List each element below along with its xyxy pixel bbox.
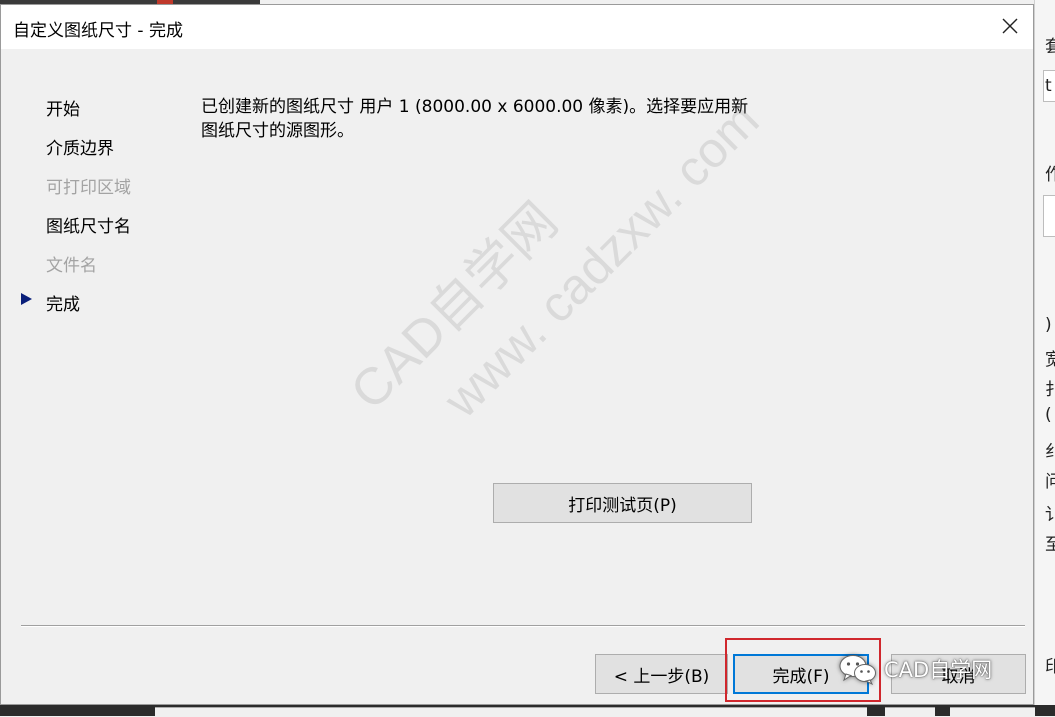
background-text: ( bbox=[1045, 405, 1052, 425]
background-text: ) bbox=[1045, 315, 1052, 335]
background-text: 作 bbox=[1045, 160, 1055, 185]
wechat-icon bbox=[839, 655, 876, 685]
background-text: 套 bbox=[1045, 32, 1055, 57]
footer-separator bbox=[21, 625, 1025, 627]
badge-text: CAD自学网 bbox=[884, 658, 993, 682]
completion-message: 已创建新的图纸尺寸 用户 1 (8000.00 x 6000.00 像素)。选择… bbox=[201, 95, 801, 143]
print-test-page-button[interactable]: 打印测试页(P) bbox=[493, 483, 752, 523]
completion-message-line-2: 图纸尺寸的源图形。 bbox=[201, 121, 354, 141]
current-step-arrow-icon bbox=[21, 293, 32, 305]
background-window-right: 套 t 作 ) 宽 扌 ( 纟 问 讠 至 印 bbox=[1034, 0, 1055, 716]
background-text: 纟 bbox=[1045, 437, 1055, 462]
background-text: t bbox=[1045, 76, 1052, 96]
source-badge: CAD自学网 bbox=[838, 652, 992, 686]
step-printable-area: 可打印区域 bbox=[46, 178, 131, 198]
custom-paper-size-dialog: 自定义图纸尺寸 - 完成 开始 介质边界 可打印区域 图纸尺寸名 文件名 完成 … bbox=[0, 4, 1034, 705]
back-button[interactable]: < 上一步(B) bbox=[595, 654, 728, 694]
step-file-name: 文件名 bbox=[46, 256, 97, 276]
close-button[interactable] bbox=[993, 9, 1027, 43]
step-start: 开始 bbox=[46, 100, 80, 120]
background-text: 讠 bbox=[1045, 500, 1055, 525]
title-bar: 自定义图纸尺寸 - 完成 bbox=[1, 5, 1033, 49]
close-icon bbox=[1002, 18, 1018, 34]
background-text: 宽 bbox=[1045, 345, 1055, 370]
background-text: 印 bbox=[1045, 652, 1055, 677]
background-text: 至 bbox=[1045, 530, 1055, 555]
completion-message-line-1: 已创建新的图纸尺寸 用户 1 (8000.00 x 6000.00 像素)。选择… bbox=[201, 97, 749, 117]
step-paper-size-name: 图纸尺寸名 bbox=[46, 217, 131, 237]
background-window-bottom bbox=[0, 705, 1055, 717]
background-text: 扌 bbox=[1045, 375, 1055, 400]
dialog-title: 自定义图纸尺寸 - 完成 bbox=[13, 21, 183, 41]
step-finish: 完成 bbox=[46, 295, 80, 315]
step-media-bounds: 介质边界 bbox=[46, 139, 114, 159]
background-field bbox=[1043, 195, 1055, 237]
background-text: 问 bbox=[1045, 467, 1055, 492]
